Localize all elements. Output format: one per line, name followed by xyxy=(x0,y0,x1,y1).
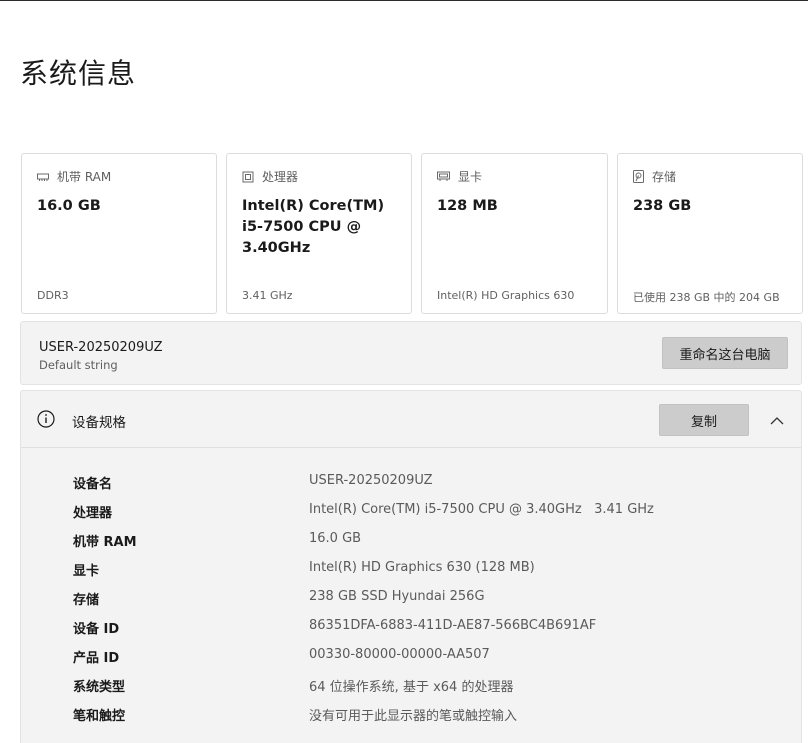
device-name: USER-20250209UZ xyxy=(39,340,163,355)
spec-label: 处理器 xyxy=(73,506,113,521)
spec-value: USER-20250209UZ xyxy=(309,473,433,488)
spec-label: 显卡 xyxy=(73,564,100,579)
card-label: 处理器 xyxy=(262,170,299,184)
spec-row-device-id: 设备 ID 86351DFA-6883-411D-AE87-566BC4B691… xyxy=(21,618,801,640)
device-name-bar: USER-20250209UZ Default string 重命名这台电脑 xyxy=(20,321,802,385)
window-top-border xyxy=(0,0,808,1)
card-sub: 3.41 GHz xyxy=(242,289,293,302)
rename-pc-button[interactable]: 重命名这台电脑 xyxy=(662,337,788,369)
spec-label: 设备 ID xyxy=(73,622,120,637)
spec-value: 238 GB SSD Hyundai 256G xyxy=(309,589,485,604)
card-value: 16.0 GB xyxy=(37,198,101,214)
spec-label: 笔和触控 xyxy=(73,709,126,724)
card-label: 显卡 xyxy=(458,170,483,184)
storage-icon xyxy=(633,170,644,183)
spec-value: 64 位操作系统, 基于 x64 的处理器 xyxy=(309,680,514,695)
card-value: 128 MB xyxy=(437,198,498,214)
device-specs-panel: 设备规格 复制 设备名 USER-20250209UZ 处理器 Intel(R)… xyxy=(20,390,802,743)
card-label: 机带 RAM xyxy=(57,170,112,184)
card-graphics: 显卡 128 MB Intel(R) HD Graphics 630 xyxy=(421,153,608,314)
system-info-page: 系统信息 机带 RAM 16.0 GB DDR3 处理器 Intel(R) Co… xyxy=(0,0,808,743)
card-ram: 机带 RAM 16.0 GB DDR3 xyxy=(21,153,217,314)
spec-row-processor: 处理器 Intel(R) Core(TM) i5-7500 CPU @ 3.40… xyxy=(21,502,801,524)
spec-value: 16.0 GB xyxy=(309,531,362,546)
card-sub: DDR3 xyxy=(37,289,69,302)
spec-value: 86351DFA-6883-411D-AE87-566BC4B691AF xyxy=(309,618,597,633)
spec-row-product-id: 产品 ID 00330-80000-00000-AA507 xyxy=(21,647,801,669)
card-sub: 已使用 238 GB 中的 204 GB xyxy=(633,291,780,304)
spec-row-pen-touch: 笔和触控 没有可用于此显示器的笔或触控输入 xyxy=(21,705,801,727)
device-specs-title: 设备规格 xyxy=(72,415,126,431)
ram-icon xyxy=(37,172,49,182)
spec-value: 00330-80000-00000-AA507 xyxy=(309,647,490,662)
card-storage: 存储 238 GB 已使用 238 GB 中的 204 GB xyxy=(617,153,803,314)
copy-button[interactable]: 复制 xyxy=(659,404,749,436)
spec-value: Intel(R) Core(TM) i5-7500 CPU @ 3.40GHz … xyxy=(309,502,654,517)
card-value: Intel(R) Core(TM) i5-7500 CPU @ 3.40GHz xyxy=(242,198,385,256)
spec-label: 存储 xyxy=(73,593,100,608)
page-title: 系统信息 xyxy=(20,57,137,90)
spec-value: Intel(R) HD Graphics 630 (128 MB) xyxy=(309,560,535,575)
spec-label: 设备名 xyxy=(73,477,113,492)
device-specs-header[interactable]: 设备规格 复制 xyxy=(21,391,801,448)
card-processor: 处理器 Intel(R) Core(TM) i5-7500 CPU @ 3.40… xyxy=(226,153,412,314)
spec-value: 没有可用于此显示器的笔或触控输入 xyxy=(309,709,518,724)
spec-label: 机带 RAM xyxy=(73,535,137,550)
card-label: 存储 xyxy=(652,170,677,184)
card-value: 238 GB xyxy=(633,198,692,214)
device-subtitle: Default string xyxy=(39,358,118,372)
spec-label: 产品 ID xyxy=(73,651,120,666)
spec-row-ram: 机带 RAM 16.0 GB xyxy=(21,531,801,553)
spec-row-device-name: 设备名 USER-20250209UZ xyxy=(21,473,801,495)
chevron-up-icon[interactable] xyxy=(769,411,785,430)
info-icon xyxy=(37,410,55,432)
spec-label: 系统类型 xyxy=(73,680,126,695)
spec-row-system-type: 系统类型 64 位操作系统, 基于 x64 的处理器 xyxy=(21,676,801,698)
gpu-icon xyxy=(437,171,450,182)
card-sub: Intel(R) HD Graphics 630 xyxy=(437,289,575,302)
spec-row-graphics: 显卡 Intel(R) HD Graphics 630 (128 MB) xyxy=(21,560,801,582)
spec-row-storage: 存储 238 GB SSD Hyundai 256G xyxy=(21,589,801,611)
cpu-icon xyxy=(242,171,254,183)
